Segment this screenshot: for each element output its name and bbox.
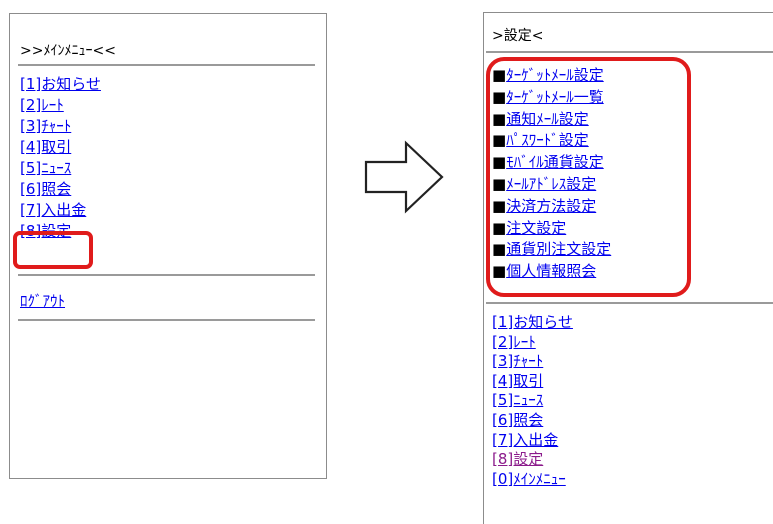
main-menu-list: [1]お知らせ [2]ﾚｰﾄ [3]ﾁｬｰﾄ [4]取引 [5]ﾆｭｰｽ [6]… (20, 74, 101, 242)
menu-link-rate[interactable]: [2]ﾚｰﾄ (492, 333, 536, 351)
divider (18, 274, 315, 276)
menu-item: [3]ﾁｬｰﾄ (492, 352, 573, 372)
menu-link-news[interactable]: [1]お知らせ (492, 313, 573, 331)
menu-item: [5]ﾆｭｰｽ (20, 158, 101, 179)
menu-item: [7]入出金 (492, 431, 573, 451)
menu-link-deposit-withdraw[interactable]: [7]入出金 (492, 431, 558, 449)
divider (18, 64, 315, 66)
menu-link-newsfeed[interactable]: [5]ﾆｭｰｽ (20, 159, 71, 177)
settings-highlight (13, 231, 93, 269)
menu-link-trade[interactable]: [4]取引 (492, 372, 543, 390)
menu-item: [4]取引 (492, 372, 573, 392)
divider (18, 319, 315, 321)
menu-item: [6]照会 (20, 179, 101, 200)
menu-item: [1]お知らせ (492, 313, 573, 333)
menu-link-news[interactable]: [1]お知らせ (20, 75, 101, 93)
menu-item: [1]お知らせ (20, 74, 101, 95)
menu-link-inquiry[interactable]: [6]照会 (492, 411, 543, 429)
menu-item: [6]照会 (492, 411, 573, 431)
main-menu-screen: >>ﾒｲﾝﾒﾆｭｰ<< [1]お知らせ [2]ﾚｰﾄ [3]ﾁｬｰﾄ [4]取引… (9, 13, 327, 479)
settings-list-highlight (486, 57, 691, 297)
menu-item: [7]入出金 (20, 200, 101, 221)
bottom-menu-list: [1]お知らせ [2]ﾚｰﾄ [3]ﾁｬｰﾄ [4]取引 [5]ﾆｭｰｽ [6]… (492, 313, 573, 489)
right-arrow-icon (364, 140, 444, 214)
settings-screen: >設定< ■ﾀｰｹﾞｯﾄﾒｰﾙ設定 ■ﾀｰｹﾞｯﾄﾒｰﾙ一覧 ■通知ﾒｰﾙ設定 … (483, 12, 773, 524)
menu-link-main-menu[interactable]: [0]ﾒｲﾝﾒﾆｭｰ (492, 470, 566, 488)
divider (486, 51, 773, 53)
menu-item: [5]ﾆｭｰｽ (492, 391, 573, 411)
menu-link-chart[interactable]: [3]ﾁｬｰﾄ (492, 352, 543, 370)
menu-item: [2]ﾚｰﾄ (492, 333, 573, 353)
menu-item: [3]ﾁｬｰﾄ (20, 116, 101, 137)
menu-item: [2]ﾚｰﾄ (20, 95, 101, 116)
menu-link-chart[interactable]: [3]ﾁｬｰﾄ (20, 117, 71, 135)
divider (486, 302, 773, 304)
menu-link-inquiry[interactable]: [6]照会 (20, 180, 71, 198)
menu-link-newsfeed[interactable]: [5]ﾆｭｰｽ (492, 391, 543, 409)
menu-item: [0]ﾒｲﾝﾒﾆｭｰ (492, 470, 573, 490)
menu-link-trade[interactable]: [4]取引 (20, 138, 71, 156)
menu-item: [4]取引 (20, 137, 101, 158)
menu-link-deposit-withdraw[interactable]: [7]入出金 (20, 201, 86, 219)
menu-item: [8]設定 (492, 450, 573, 470)
logout-link[interactable]: ﾛｸﾞｱｳﾄ (20, 292, 65, 310)
settings-title: >設定< (492, 28, 544, 44)
main-menu-title: >>ﾒｲﾝﾒﾆｭｰ<< (20, 43, 116, 59)
menu-link-rate[interactable]: [2]ﾚｰﾄ (20, 96, 64, 114)
logout-row: ﾛｸﾞｱｳﾄ (20, 290, 65, 311)
menu-link-settings[interactable]: [8]設定 (492, 450, 543, 468)
